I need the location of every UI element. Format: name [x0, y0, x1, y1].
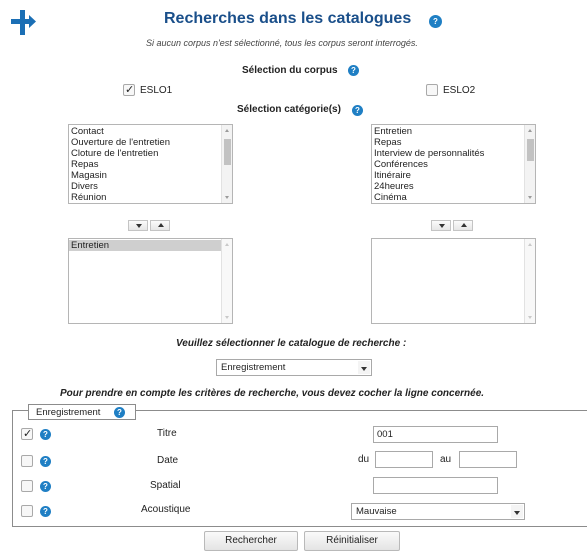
- scroll-thumb[interactable]: [224, 139, 231, 165]
- scroll-down-icon: [528, 196, 532, 199]
- titre-checkbox[interactable]: [21, 427, 33, 440]
- acoustique-label: Acoustique: [141, 504, 191, 515]
- criteria-legend: Enregistrement ?: [28, 404, 136, 420]
- plus-arrow-logo-icon: [9, 9, 37, 37]
- catalogue-select-value: Enregistrement: [221, 362, 286, 373]
- catalogue-select[interactable]: Enregistrement: [216, 359, 372, 376]
- list-item[interactable]: Conférences: [372, 159, 535, 170]
- list-item[interactable]: 24heures: [372, 181, 535, 192]
- corpus-eslo1-label: ESLO1: [140, 85, 173, 96]
- reset-button[interactable]: Réinitialiser: [304, 531, 400, 551]
- list-item[interactable]: Entretien: [69, 240, 221, 251]
- corpus-eslo1-checkbox[interactable]: [123, 83, 135, 96]
- list-item[interactable]: Repas: [372, 137, 535, 148]
- date-from-label: du: [358, 454, 370, 465]
- date-to-input[interactable]: [459, 451, 517, 468]
- left-available-items: Contact Ouverture de l'entretien Cloture…: [69, 125, 232, 203]
- acoustique-checkbox[interactable]: [21, 505, 33, 517]
- help-icon[interactable]: ?: [352, 105, 363, 116]
- scrollbar[interactable]: [221, 125, 232, 203]
- help-icon[interactable]: ?: [114, 407, 125, 418]
- scroll-down-icon: [528, 316, 532, 319]
- search-button[interactable]: Rechercher: [204, 531, 298, 551]
- corpus-eslo2-label: ESLO2: [443, 85, 476, 96]
- help-icon[interactable]: ?: [429, 15, 442, 28]
- spatial-label: Spatial: [150, 480, 181, 491]
- move-up-button-right[interactable]: [453, 220, 473, 231]
- catalogue-prompt: Veuillez sélectionner le catalogue de re…: [176, 338, 407, 349]
- help-icon[interactable]: ?: [40, 506, 51, 517]
- date-checkbox[interactable]: [21, 455, 33, 467]
- titre-input[interactable]: 001: [373, 426, 498, 443]
- spatial-input[interactable]: [373, 477, 498, 494]
- scrollbar[interactable]: [524, 125, 535, 203]
- scroll-up-icon: [528, 129, 532, 132]
- page-title: Recherches dans les catalogues: [164, 10, 412, 27]
- help-icon[interactable]: ?: [40, 429, 51, 440]
- list-item[interactable]: Cloture de l'entretien: [69, 148, 232, 159]
- scroll-up-icon: [528, 243, 532, 246]
- scroll-up-icon: [225, 129, 229, 132]
- categories-heading: Sélection catégorie(s): [237, 104, 341, 115]
- left-selected-items: Entretien: [69, 239, 232, 251]
- list-item[interactable]: Magasin: [69, 170, 232, 181]
- criteria-legend-label: Enregistrement: [36, 407, 101, 418]
- help-icon[interactable]: ?: [40, 481, 51, 492]
- acoustique-select-value: Mauvaise: [356, 506, 397, 517]
- corpus-eslo2-checkbox[interactable]: [426, 84, 438, 96]
- right-available-items: Entretien Repas Interview de personnalit…: [372, 125, 535, 203]
- scroll-down-icon: [225, 196, 229, 199]
- page-subtitle: Si aucun corpus n'est sélectionné, tous …: [146, 38, 418, 48]
- list-item[interactable]: Ouverture de l'entretien: [69, 137, 232, 148]
- scroll-up-icon: [225, 243, 229, 246]
- chevron-up-icon: [158, 223, 164, 227]
- list-item[interactable]: Cinéma: [372, 192, 535, 203]
- criteria-note: Pour prendre en compte les critères de r…: [60, 388, 485, 399]
- right-selected-category-list[interactable]: [371, 238, 536, 324]
- move-down-button-left[interactable]: [128, 220, 148, 231]
- date-to-label: au: [440, 454, 452, 465]
- move-down-button-right[interactable]: [431, 220, 451, 231]
- chevron-up-icon: [461, 223, 467, 227]
- date-label: Date: [157, 455, 179, 466]
- corpus-heading: Sélection du corpus: [242, 65, 338, 76]
- spatial-checkbox[interactable]: [21, 480, 33, 492]
- chevron-down-icon: [358, 361, 370, 374]
- left-selected-category-list[interactable]: Entretien: [68, 238, 233, 324]
- list-item[interactable]: Contact: [69, 126, 232, 137]
- list-item[interactable]: Itinéraire: [372, 170, 535, 181]
- list-item[interactable]: Réunion: [69, 192, 232, 203]
- left-available-category-list[interactable]: Contact Ouverture de l'entretien Cloture…: [68, 124, 233, 204]
- list-item[interactable]: Repas: [69, 159, 232, 170]
- help-icon[interactable]: ?: [40, 456, 51, 467]
- list-item[interactable]: Interview de personnalités: [372, 148, 535, 159]
- list-item[interactable]: Divers: [69, 181, 232, 192]
- list-item[interactable]: Entretien: [372, 126, 535, 137]
- help-icon[interactable]: ?: [348, 65, 359, 76]
- scrollbar[interactable]: [524, 239, 535, 323]
- right-available-category-list[interactable]: Entretien Repas Interview de personnalit…: [371, 124, 536, 204]
- titre-label: Titre: [157, 428, 177, 439]
- scroll-down-icon: [225, 316, 229, 319]
- date-from-input[interactable]: [375, 451, 433, 468]
- chevron-down-icon: [439, 224, 445, 228]
- chevron-down-icon: [136, 224, 142, 228]
- move-up-button-left[interactable]: [150, 220, 170, 231]
- chevron-down-icon: [511, 505, 523, 518]
- scroll-thumb[interactable]: [527, 139, 534, 161]
- scrollbar[interactable]: [221, 239, 232, 323]
- acoustique-select[interactable]: Mauvaise: [351, 503, 525, 520]
